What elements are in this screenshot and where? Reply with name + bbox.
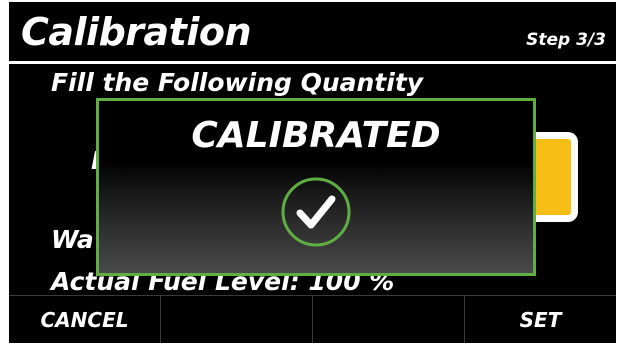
screen: Calibration Step 3/3 Fill the Following … [9,2,616,343]
dialog-title: CALIBRATED [191,115,441,156]
warning-label-partial: Wa [51,225,94,254]
instruction-text: Fill the Following Quantity [51,68,424,97]
header: Calibration Step 3/3 [9,2,616,61]
step-indicator: Step 3/3 [526,30,606,50]
softkey-2[interactable] [161,296,313,343]
page-title: Calibration [21,10,252,54]
softkey-bar: CANCEL SET [9,296,616,343]
checkmark-circle-icon [279,175,353,249]
softkey-3[interactable] [313,296,465,343]
header-divider [9,61,616,64]
cancel-button[interactable]: CANCEL [9,296,161,343]
calibrated-dialog: CALIBRATED [96,98,536,276]
set-button[interactable]: SET [465,296,616,343]
